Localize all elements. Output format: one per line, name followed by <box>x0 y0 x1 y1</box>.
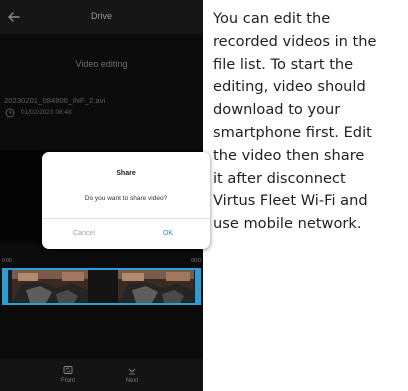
caption-line: it after disconnect <box>213 169 346 187</box>
file-name: 20230201_084806_INF_2.avi <box>4 96 106 105</box>
app-bar-title: Drive <box>90 11 112 21</box>
dialog-message: Do you want to share video? <box>84 195 168 202</box>
front-label: Front <box>60 378 75 384</box>
ok-button[interactable]: OK <box>126 230 210 237</box>
dialog-title: Share <box>116 170 136 177</box>
next-button[interactable]: Next <box>112 365 152 384</box>
timeline-end: 00:0 <box>191 258 201 264</box>
chevron-down-icon <box>128 368 136 375</box>
next-label: Next <box>125 378 139 384</box>
camera-switch-icon <box>63 366 73 374</box>
caption-line: editing, video should <box>213 78 366 96</box>
video-thumbnail <box>12 270 88 303</box>
caption-line: Virtus Fleet Wi-Fi and <box>213 192 368 210</box>
caption-line: the video then share <box>213 146 365 164</box>
caption-line: You can edit the <box>213 10 331 27</box>
section-title: Video editing <box>75 59 128 69</box>
video-thumbnail <box>118 270 194 303</box>
video-thumbnail <box>88 270 118 303</box>
instruction-text: You can edit the recorded videos in the … <box>213 8 405 236</box>
file-date: 01/02/2023 08:48 <box>21 109 72 116</box>
cancel-button[interactable]: Cancel <box>42 230 126 237</box>
trim-handle-end[interactable] <box>195 270 199 303</box>
timeline-start: 0:00 <box>2 258 12 264</box>
video-filmstrip[interactable] <box>2 268 201 305</box>
trim-handle-start[interactable] <box>4 270 8 303</box>
clock-icon <box>5 108 15 118</box>
caption-line: download to your <box>213 101 341 119</box>
share-dialog: Share Do you want to share video? Cancel… <box>42 152 210 249</box>
dialog-divider <box>42 218 210 219</box>
caption-line: smartphone first. Edit <box>213 123 372 141</box>
caption-line: recorded videos in the <box>213 32 377 50</box>
app-bar: Drive <box>0 0 203 34</box>
caption-line: file list. To start the <box>213 55 354 73</box>
front-button[interactable]: Front <box>48 365 88 384</box>
caption-line: use mobile network. <box>213 215 362 233</box>
bottom-bar: Front Next <box>0 359 203 391</box>
